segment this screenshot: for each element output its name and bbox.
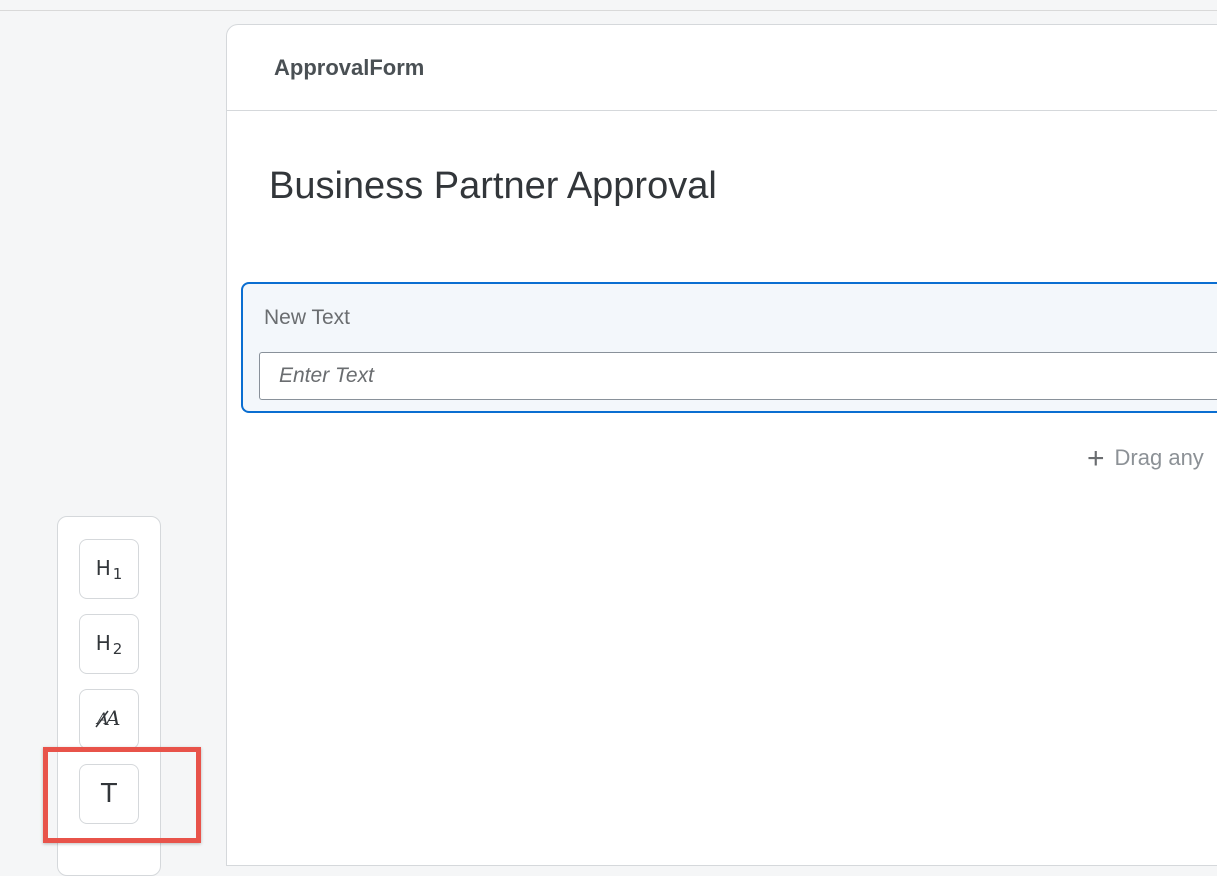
- text-field-card[interactable]: New Text: [241, 282, 1217, 413]
- field-label[interactable]: New Text: [264, 306, 350, 330]
- heading-2-icon: H2: [95, 630, 123, 658]
- heading-2-button[interactable]: H2: [79, 614, 139, 674]
- text-style-button[interactable]: A A: [79, 689, 139, 749]
- element-toolbar: H1 H2 A A T: [57, 516, 161, 876]
- drag-hint-text: Drag any: [1114, 445, 1204, 470]
- form-title[interactable]: Business Partner Approval: [269, 165, 717, 208]
- plus-icon: +: [1087, 442, 1105, 475]
- text-t-icon: T: [101, 779, 117, 809]
- text-input[interactable]: [259, 352, 1217, 400]
- top-divider: [0, 0, 1217, 11]
- heading-1-button[interactable]: H1: [79, 539, 139, 599]
- heading-1-icon: H1: [95, 555, 123, 583]
- drag-hint: + Drag any: [1087, 442, 1204, 475]
- form-name: ApprovalForm: [274, 55, 425, 80]
- form-canvas: ApprovalForm Business Partner Approval N…: [226, 24, 1217, 866]
- svg-text:A: A: [104, 706, 120, 729]
- text-style-icon: A A: [94, 705, 124, 733]
- paragraph-text-button[interactable]: T: [79, 764, 139, 824]
- canvas-header: ApprovalForm: [227, 25, 1217, 111]
